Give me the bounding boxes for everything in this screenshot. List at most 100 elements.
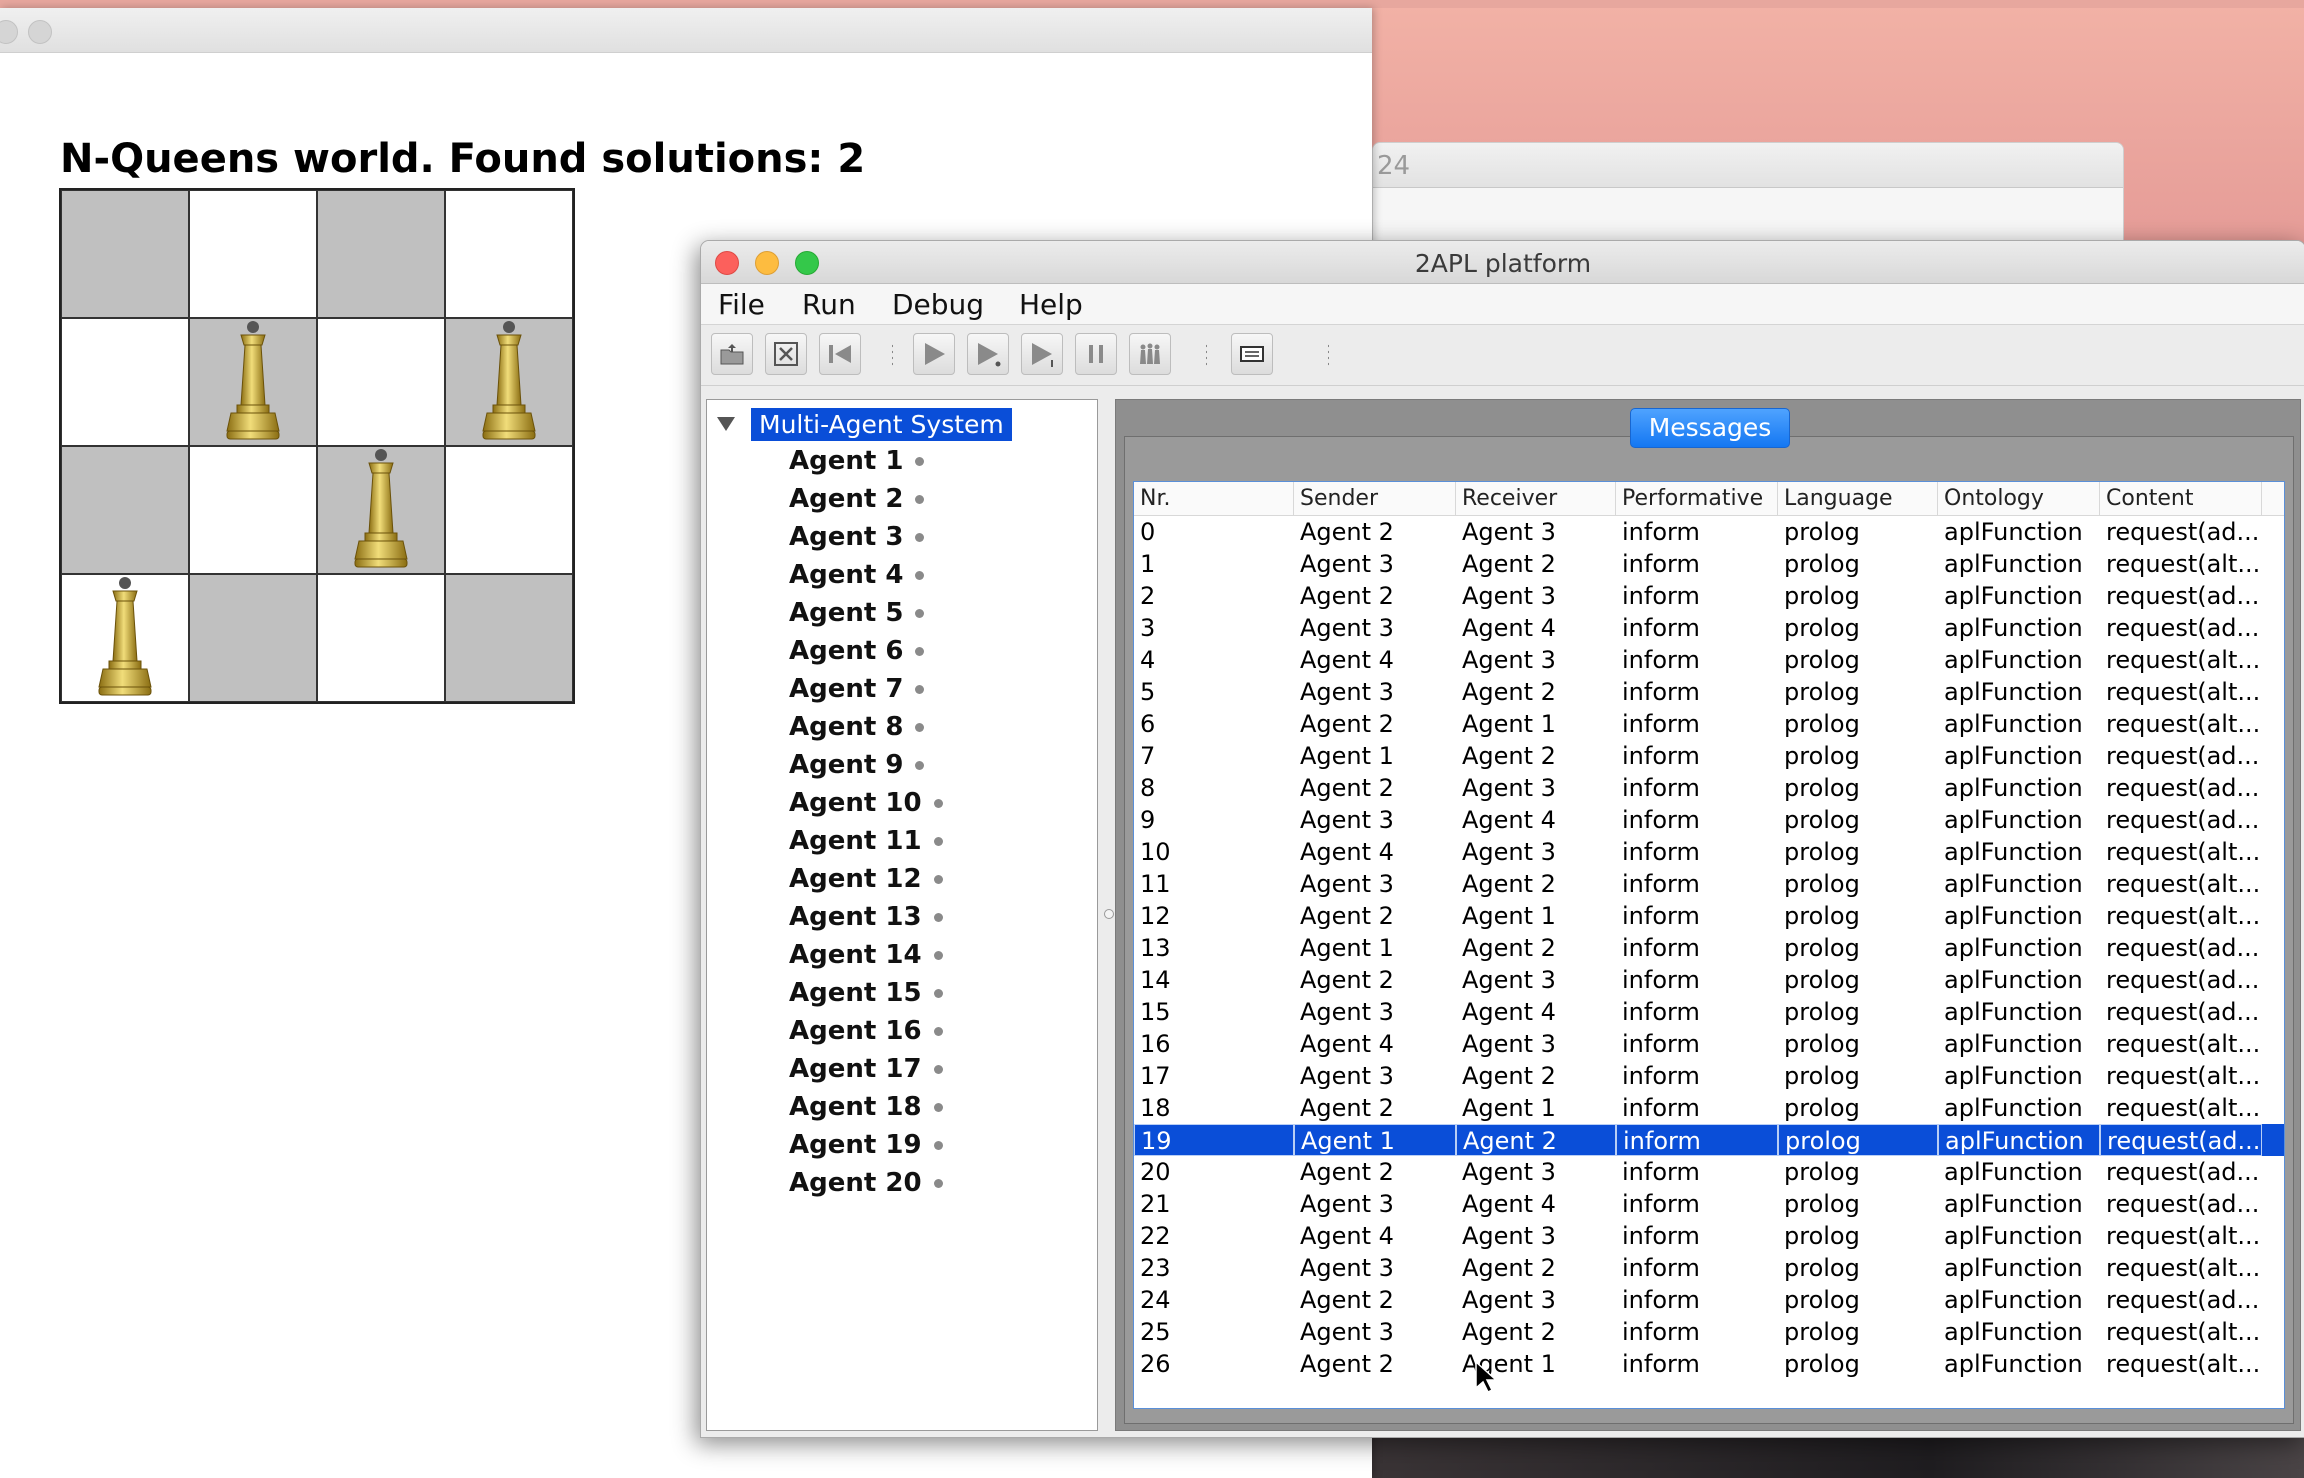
table-row[interactable]: 22 Agent 4 Agent 3 inform prolog aplFunction r… <box>1134 1220 2284 1252</box>
tree-item-agent[interactable]: Agent 19 <box>789 1130 943 1160</box>
table-row[interactable]: 12 Agent 2 Agent 1 inform prolog aplFunction r… <box>1134 900 2284 932</box>
tree-root[interactable]: Multi-Agent System <box>717 406 1012 442</box>
tree-item-agent[interactable]: Agent 18 <box>789 1092 943 1122</box>
table-cell: request(alt... <box>2106 678 2261 706</box>
tree-item-agent[interactable]: Agent 11 <box>789 826 943 856</box>
tree-item-agent[interactable]: Agent 15 <box>789 978 943 1008</box>
table-row[interactable]: 9 Agent 3 Agent 4 inform prolog aplFunction re… <box>1134 804 2284 836</box>
table-row[interactable]: 26 Agent 2 Agent 1 inform prolog aplFunction r… <box>1134 1348 2284 1380</box>
table-row[interactable]: 7 Agent 1 Agent 2 inform prolog aplFunction re… <box>1134 740 2284 772</box>
table-cell: Agent 4 <box>1300 1030 1394 1058</box>
tree-item-agent[interactable]: Agent 12 <box>789 864 943 894</box>
table-cell: Agent 4 <box>1462 806 1556 834</box>
table-cell: request(alt... <box>2106 1094 2261 1122</box>
table-cell: inform <box>1622 1350 1700 1378</box>
apl-platform-window[interactable]: 2APL platform File Run Debug Help Multi-… <box>700 240 2304 1438</box>
tree-item-agent[interactable]: Agent 10 <box>789 788 943 818</box>
column-header[interactable]: Language <box>1778 482 1938 515</box>
table-cell: aplFunction <box>1944 1190 2083 1218</box>
tree-item-agent[interactable]: Agent 4 <box>789 560 925 590</box>
table-cell: inform <box>1622 934 1700 962</box>
step-button[interactable] <box>967 333 1009 375</box>
run-button[interactable] <box>913 333 955 375</box>
table-row[interactable]: 13 Agent 1 Agent 2 inform prolog aplFunction r… <box>1134 932 2284 964</box>
table-cell: request(ad... <box>2106 774 2260 802</box>
step-one-button[interactable] <box>1021 333 1063 375</box>
splitter[interactable] <box>1101 399 1115 1431</box>
tree-item-agent[interactable]: Agent 20 <box>789 1168 943 1198</box>
menu-debug[interactable]: Debug <box>892 288 984 321</box>
tab-messages[interactable]: Messages <box>1630 408 1790 448</box>
open-button[interactable] <box>711 333 753 375</box>
table-row[interactable]: 3 Agent 3 Agent 4 inform prolog aplFunction re… <box>1134 612 2284 644</box>
table-cell: inform <box>1622 998 1700 1026</box>
tree-item-agent[interactable]: Agent 3 <box>789 522 925 552</box>
table-row[interactable]: 5 Agent 3 Agent 2 inform prolog aplFunction re… <box>1134 676 2284 708</box>
tree-item-agent[interactable]: Agent 7 <box>789 674 925 704</box>
table-row[interactable]: 14 Agent 2 Agent 3 inform prolog aplFunction r… <box>1134 964 2284 996</box>
tree-item-agent[interactable]: Agent 1 <box>789 446 925 476</box>
tree-item-agent[interactable]: Agent 2 <box>789 484 925 514</box>
table-row[interactable]: 20 Agent 2 Agent 3 inform prolog aplFunction r… <box>1134 1156 2284 1188</box>
table-row[interactable]: 15 Agent 3 Agent 4 inform prolog aplFunction r… <box>1134 996 2284 1028</box>
tree-item-agent[interactable]: Agent 6 <box>789 636 925 666</box>
table-row[interactable]: 0 Agent 2 Agent 3 inform prolog aplFunction re… <box>1134 516 2284 548</box>
table-row[interactable]: 23 Agent 3 Agent 2 inform prolog aplFunction r… <box>1134 1252 2284 1284</box>
agent-status-dot-icon <box>915 570 925 580</box>
message-log-button[interactable] <box>1231 333 1273 375</box>
tree-item-agent[interactable]: Agent 17 <box>789 1054 943 1084</box>
table-row[interactable]: 24 Agent 2 Agent 3 inform prolog aplFunction r… <box>1134 1284 2284 1316</box>
table-cell: Agent 2 <box>1300 582 1394 610</box>
table-cell: request(ad... <box>2106 806 2260 834</box>
tree-item-agent[interactable]: Agent 13 <box>789 902 943 932</box>
table-cell: request(ad... <box>2106 614 2260 642</box>
window-title: 2APL platform <box>1414 249 1592 278</box>
column-header[interactable]: Sender <box>1294 482 1456 515</box>
tree-item-agent[interactable]: Agent 5 <box>789 598 925 628</box>
menu-file[interactable]: File <box>718 288 765 321</box>
table-row[interactable]: 8 Agent 2 Agent 3 inform prolog aplFunction re… <box>1134 772 2284 804</box>
expand-arrow-icon[interactable] <box>717 417 735 431</box>
table-row[interactable]: 18 Agent 2 Agent 1 inform prolog aplFunction r… <box>1134 1092 2284 1124</box>
table-row[interactable]: 10 Agent 4 Agent 3 inform prolog aplFunction r… <box>1134 836 2284 868</box>
close-button[interactable] <box>0 20 18 44</box>
agents-button[interactable] <box>1129 333 1171 375</box>
tree-item-agent[interactable]: Agent 16 <box>789 1016 943 1046</box>
table-row[interactable]: 6 Agent 2 Agent 1 inform prolog aplFunction re… <box>1134 708 2284 740</box>
table-row[interactable]: 17 Agent 3 Agent 2 inform prolog aplFunction r… <box>1134 1060 2284 1092</box>
reset-button[interactable] <box>819 333 861 375</box>
column-header[interactable]: Ontology <box>1938 482 2100 515</box>
table-cell: Agent 3 <box>1462 646 1556 674</box>
menu-run[interactable]: Run <box>802 288 856 321</box>
table-cell: 2 <box>1140 582 1156 610</box>
table-row[interactable]: 19 Agent 1 Agent 2 inform prolog aplFunction r… <box>1134 1124 2284 1156</box>
column-header[interactable]: Performative <box>1616 482 1778 515</box>
close-mas-button[interactable] <box>765 333 807 375</box>
table-cell: prolog <box>1784 550 1860 578</box>
column-header[interactable]: Content <box>2100 482 2262 515</box>
table-row[interactable]: 4 Agent 4 Agent 3 inform prolog aplFunction re… <box>1134 644 2284 676</box>
menu-help[interactable]: Help <box>1019 288 1083 321</box>
tree-item-agent[interactable]: Agent 9 <box>789 750 925 780</box>
table-row[interactable]: 25 Agent 3 Agent 2 inform prolog aplFunction r… <box>1134 1316 2284 1348</box>
splitter-handle[interactable] <box>1104 909 1114 919</box>
table-cell: prolog <box>1784 806 1860 834</box>
tree-item-agent[interactable]: Agent 14 <box>789 940 943 970</box>
table-row[interactable]: 11 Agent 3 Agent 2 inform prolog aplFunction r… <box>1134 868 2284 900</box>
tree-item-label: Agent 1 <box>789 446 904 476</box>
table-cell: aplFunction <box>1944 582 2083 610</box>
messages-table[interactable]: Nr. Sender Receiver Performative Language Ont… <box>1133 481 2285 1409</box>
table-row[interactable]: 1 Agent 3 Agent 2 inform prolog aplFunction re… <box>1134 548 2284 580</box>
column-header[interactable]: Receiver <box>1456 482 1616 515</box>
table-cell: aplFunction <box>1944 614 2083 642</box>
table-row[interactable]: 16 Agent 4 Agent 3 inform prolog aplFunction r… <box>1134 1028 2284 1060</box>
table-row[interactable]: 2 Agent 2 Agent 3 inform prolog aplFunction re… <box>1134 580 2284 612</box>
tree-root-label[interactable]: Multi-Agent System <box>751 407 1012 441</box>
table-cell: 3 <box>1140 614 1156 642</box>
tree-item-label: Agent 11 <box>789 826 922 856</box>
pause-button[interactable] <box>1075 333 1117 375</box>
tree-item-agent[interactable]: Agent 8 <box>789 712 925 742</box>
minimize-button[interactable] <box>28 20 52 44</box>
table-row[interactable]: 21 Agent 3 Agent 4 inform prolog aplFunction r… <box>1134 1188 2284 1220</box>
column-header[interactable]: Nr. <box>1134 482 1294 515</box>
